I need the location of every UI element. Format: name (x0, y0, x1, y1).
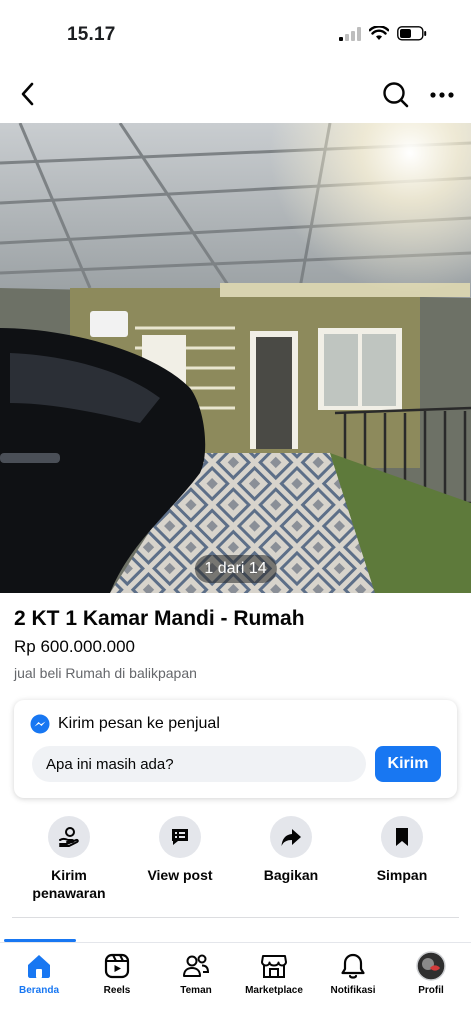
save-button[interactable]: Simpan (347, 816, 457, 884)
view-post-button[interactable]: View post (125, 816, 235, 884)
status-time: 15.17 (67, 24, 116, 45)
message-header: Kirim pesan ke penjual (30, 714, 220, 734)
post-icon (172, 829, 188, 845)
avatar (416, 951, 446, 981)
tab-label: Profil (418, 985, 444, 996)
tab-home[interactable]: Beranda (0, 951, 78, 996)
status-bar: 15.17 (0, 0, 471, 70)
status-icons (339, 26, 427, 41)
bookmark-icon (396, 828, 408, 846)
listing-title: 2 KT 1 Kamar Mandi - Rumah (14, 607, 305, 630)
action-label: View post (147, 867, 213, 883)
action-row: Kirim penawaran View post Bagikan Simpan (0, 816, 471, 906)
tab-label: Beranda (18, 985, 59, 996)
message-header-label: Kirim pesan ke penjual (58, 715, 220, 732)
back-button[interactable] (12, 78, 44, 110)
tab-notifications[interactable]: Notifikasi (314, 951, 392, 996)
messenger-icon (30, 714, 50, 734)
tab-label: Reels (103, 985, 131, 996)
listing-price: Rp 600.000.000 (14, 637, 135, 656)
tab-label: Marketplace (245, 985, 303, 996)
marketplace-icon (261, 955, 287, 978)
photo-counter: 1 dari 14 (194, 555, 277, 583)
offer-icon (59, 827, 79, 847)
chevron-left-icon (21, 82, 34, 106)
action-label: Kirim penawaran (32, 867, 106, 901)
action-label: Bagikan (263, 867, 319, 883)
make-offer-button[interactable]: Kirim penawaran (14, 816, 124, 902)
top-nav (0, 72, 471, 118)
search-icon (383, 82, 409, 108)
action-label: Simpan (376, 867, 428, 883)
signal-icon (339, 26, 361, 41)
more-icon (430, 92, 454, 98)
tab-reels[interactable]: Reels (78, 951, 156, 996)
message-input[interactable]: Apa ini masih ada? (32, 746, 366, 782)
divider (12, 917, 459, 918)
share-icon (281, 829, 301, 846)
share-button[interactable]: Bagikan (236, 816, 346, 884)
more-options-button[interactable] (425, 78, 459, 112)
tab-marketplace[interactable]: Marketplace (235, 951, 313, 996)
listing-photo[interactable]: 1 dari 14 (0, 123, 471, 593)
wifi-icon (369, 26, 389, 40)
tab-profile[interactable]: Profil (392, 951, 470, 996)
reels-icon (104, 953, 130, 979)
house-photo-illustration (0, 123, 471, 593)
battery-icon (397, 26, 427, 41)
search-button[interactable] (379, 78, 413, 112)
tab-friends[interactable]: Teman (157, 951, 235, 996)
bell-icon (341, 953, 365, 979)
listing-category[interactable]: jual beli Rumah di balikpapan (14, 665, 197, 681)
send-button[interactable]: Kirim (375, 746, 441, 782)
bottom-tab-bar: Beranda Reels Teman Marketplace Notifika… (0, 942, 471, 1024)
tab-label: Notifikasi (330, 985, 376, 996)
tab-label: Teman (180, 985, 212, 996)
message-seller-card: Kirim pesan ke penjual Apa ini masih ada… (14, 700, 457, 798)
home-icon (28, 955, 50, 978)
friends-icon (183, 954, 210, 977)
